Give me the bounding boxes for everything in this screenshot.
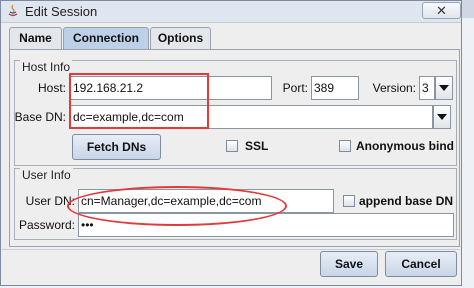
password-label: Password: (18, 218, 75, 232)
close-icon: ✕ (436, 3, 447, 18)
save-button[interactable]: Save (320, 251, 378, 277)
host-info-title: Host Info (20, 60, 73, 74)
annotation-ellipse (67, 186, 287, 226)
annotation-rectangle (69, 73, 209, 129)
window-title: Edit Session (25, 4, 98, 19)
tab-connection[interactable]: Connection (63, 27, 149, 50)
cancel-button[interactable]: Cancel (385, 251, 457, 277)
ssl-checkbox[interactable] (226, 140, 238, 152)
title-bar: Edit Session ✕ (1, 1, 461, 23)
tab-name[interactable]: Name (9, 27, 62, 49)
edit-session-dialog: Edit Session ✕ Name Connection Options H… (0, 0, 462, 286)
anonymous-bind-label: Anonymous bind (356, 139, 454, 153)
ssl-label: SSL (245, 139, 269, 153)
tab-options[interactable]: Options (150, 27, 211, 49)
append-base-dn-checkbox[interactable] (343, 195, 355, 207)
port-label: Port: (282, 81, 308, 95)
user-dn-label: User DN: (25, 194, 75, 208)
chevron-down-icon (437, 114, 447, 120)
host-label: Host: (37, 81, 66, 95)
append-base-dn-label: append base DN (359, 194, 454, 208)
java-icon (8, 4, 18, 17)
close-button[interactable]: ✕ (422, 2, 461, 19)
version-select[interactable]: 3 (419, 76, 435, 100)
fetch-dns-button[interactable]: Fetch DNs (72, 134, 161, 160)
version-label: Version: (372, 81, 416, 95)
chevron-down-icon (439, 85, 449, 91)
user-info-title: User Info (20, 168, 73, 182)
divider (2, 249, 460, 250)
base-dn-dropdown-button[interactable] (433, 105, 451, 129)
anonymous-bind-checkbox[interactable] (339, 140, 351, 152)
version-dropdown-button[interactable] (435, 76, 453, 100)
base-dn-label: Base DN: (14, 110, 66, 124)
port-input[interactable]: 389 (311, 76, 359, 100)
